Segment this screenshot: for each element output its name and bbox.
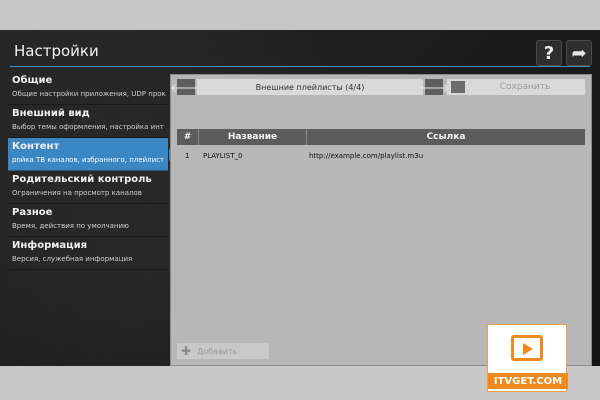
column-header-url: Ссылка (307, 129, 585, 145)
forward-arrow-icon[interactable]: ➦ (566, 40, 592, 66)
sidebar-item-subtitle: Ограничения на просмотр каналов (12, 189, 142, 197)
sidebar-item-general[interactable]: Общие Общие настройки приложения, UDP пр… (8, 72, 168, 105)
row-url: http://example.com/playlist.m3u (309, 152, 424, 160)
row-name: PLAYLIST_0 (203, 152, 243, 160)
playlist-title: Внешние плейлисты (4/4) (197, 79, 423, 95)
sidebar-item-title: Родительский контроль (12, 174, 152, 185)
sidebar-item-subtitle: Время, действия по умолчанию (12, 222, 129, 230)
sidebar-item-info[interactable]: Информация Версия, служебная информация (8, 237, 168, 270)
sidebar-item-title: Разное (12, 207, 53, 218)
sidebar-item-subtitle: Выбор темы оформления, настройка инт (12, 123, 164, 131)
tv-play-icon (511, 335, 543, 361)
help-icon[interactable]: ? (536, 40, 562, 66)
add-label: Добавить (197, 346, 238, 356)
sidebar-item-misc[interactable]: Разное Время, действия по умолчанию (8, 204, 168, 237)
header-divider (10, 66, 590, 67)
floppy-disk-icon (451, 81, 465, 93)
column-header-number: # (177, 129, 199, 145)
save-label: Сохранить (499, 82, 551, 92)
sidebar: Общие Общие настройки приложения, UDP пр… (8, 72, 177, 270)
sidebar-item-content[interactable]: Контент ройка ТВ каналов, избранного, пл… (8, 138, 177, 171)
arrow-right-icon[interactable]: 🡒 (418, 79, 450, 95)
sidebar-item-title: Контент (12, 141, 60, 152)
sidebar-item-subtitle: ройка ТВ каналов, избранного, плейлист (12, 156, 165, 164)
sidebar-item-title: Внешний вид (12, 108, 90, 119)
settings-screen: Настройки ? ➦ Общие Общие настройки прил… (0, 30, 600, 366)
save-button[interactable]: Сохранить (447, 79, 585, 95)
row-number: 1 (185, 152, 190, 160)
table-header: # Название Ссылка (177, 129, 585, 145)
sidebar-item-subtitle: Общие настройки приложения, UDP прок (12, 90, 166, 98)
panel-toolbar: 🡐 Внешние плейлисты (4/4) 🡒 Сохранить (170, 75, 591, 99)
itvget-logo: ITVGET.COM (487, 324, 568, 392)
add-button[interactable]: ✚ Добавить (177, 343, 269, 359)
sidebar-item-title: Общие (12, 75, 53, 86)
table-row[interactable]: 1 PLAYLIST_0 http://example.com/playlist… (177, 151, 585, 165)
playlists-panel: 🡐 Внешние плейлисты (4/4) 🡒 Сохранить # … (170, 74, 592, 366)
column-header-name: Название (199, 129, 307, 145)
sidebar-item-title: Информация (12, 240, 87, 251)
logo-text: ITVGET.COM (488, 373, 568, 389)
sidebar-item-parental-control[interactable]: Родительский контроль Ограничения на про… (8, 171, 168, 204)
sidebar-item-subtitle: Версия, служебная информация (12, 255, 133, 263)
page-title: Настройки (14, 42, 99, 60)
arrow-left-icon[interactable]: 🡐 (170, 79, 202, 95)
sidebar-item-appearance[interactable]: Внешний вид Выбор темы оформления, настр… (8, 105, 168, 138)
plus-icon: ✚ (181, 344, 192, 358)
